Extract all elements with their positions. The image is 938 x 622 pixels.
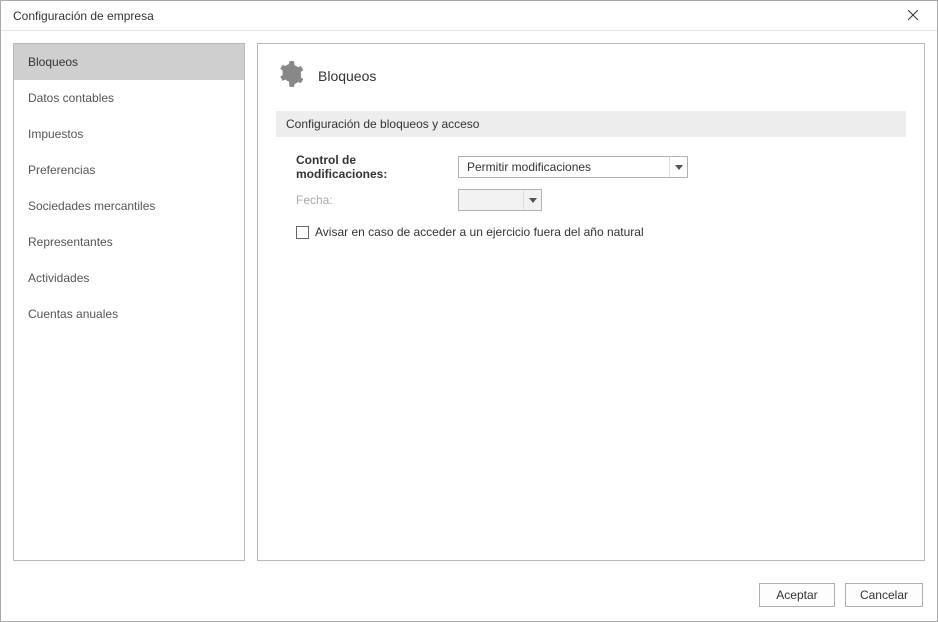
sidebar-item-cuentas-anuales[interactable]: Cuentas anuales (14, 296, 244, 332)
footer: Aceptar Cancelar (1, 573, 937, 621)
sidebar-item-actividades[interactable]: Actividades (14, 260, 244, 296)
chevron-down-icon (669, 157, 687, 177)
sidebar-item-sociedades-mercantiles[interactable]: Sociedades mercantiles (14, 188, 244, 224)
sidebar-item-bloqueos[interactable]: Bloqueos (14, 44, 244, 80)
sidebar-item-preferencias[interactable]: Preferencias (14, 152, 244, 188)
row-fecha: Fecha: (276, 189, 906, 211)
chevron-down-icon (523, 190, 541, 210)
fecha-select[interactable] (458, 189, 542, 211)
panel-title: Bloqueos (318, 68, 376, 84)
section-header: Configuración de bloqueos y acceso (276, 111, 906, 137)
row-avisar-checkbox: Avisar en caso de acceder a un ejercicio… (276, 225, 906, 239)
control-modificaciones-select[interactable]: Permitir modificaciones (458, 156, 688, 178)
avisar-checkbox[interactable] (296, 226, 309, 239)
sidebar-item-datos-contables[interactable]: Datos contables (14, 80, 244, 116)
panel-header: Bloqueos (276, 60, 906, 91)
control-modificaciones-value: Permitir modificaciones (459, 160, 669, 174)
gear-icon (276, 60, 304, 91)
sidebar-item-impuestos[interactable]: Impuestos (14, 116, 244, 152)
accept-button[interactable]: Aceptar (759, 583, 835, 607)
cancel-button[interactable]: Cancelar (845, 583, 923, 607)
sidebar-item-representantes[interactable]: Representantes (14, 224, 244, 260)
close-icon (908, 8, 918, 23)
main-panel: Bloqueos Configuración de bloqueos y acc… (257, 43, 925, 561)
titlebar: Configuración de empresa (1, 1, 937, 31)
dialog-window: Configuración de empresa Bloqueos Datos … (0, 0, 938, 622)
control-modificaciones-label: Control de modificaciones: (296, 153, 446, 181)
sidebar: Bloqueos Datos contables Impuestos Prefe… (13, 43, 245, 561)
content-area: Bloqueos Datos contables Impuestos Prefe… (1, 31, 937, 573)
fecha-label: Fecha: (296, 193, 446, 207)
window-title: Configuración de empresa (13, 9, 154, 23)
row-control-modificaciones: Control de modificaciones: Permitir modi… (276, 153, 906, 181)
close-button[interactable] (897, 2, 929, 30)
avisar-checkbox-label[interactable]: Avisar en caso de acceder a un ejercicio… (315, 225, 644, 239)
